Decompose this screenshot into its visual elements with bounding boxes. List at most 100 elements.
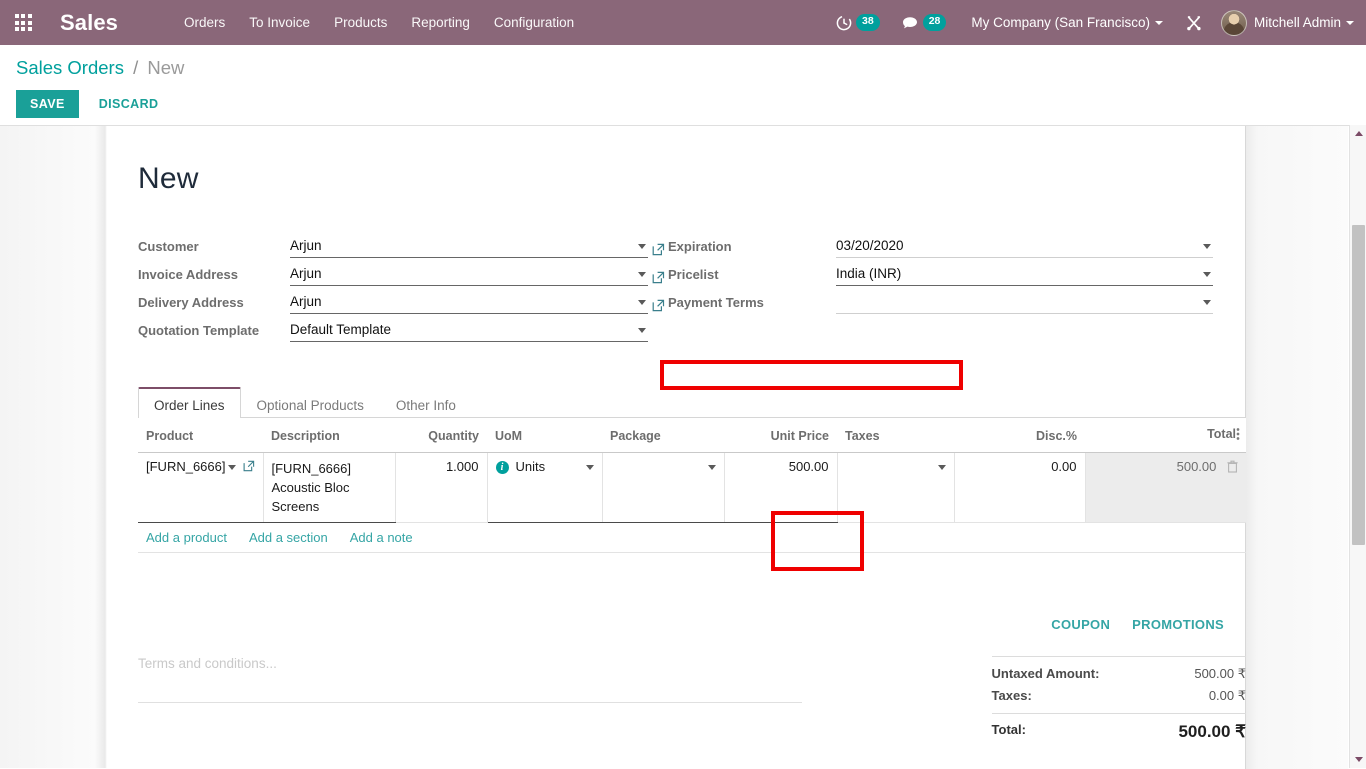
terms-and-conditions-field[interactable]: Terms and conditions... [138, 656, 802, 703]
apps-menu-icon[interactable] [0, 0, 46, 45]
tab-other-info[interactable]: Other Info [380, 387, 472, 417]
chevron-down-icon[interactable] [638, 244, 646, 249]
order-lines-table: Product Description Quantity UoM Package… [138, 418, 1246, 523]
cell-product[interactable]: [FURN_6666] A [138, 452, 264, 523]
open-invoice-address-record-icon[interactable] [648, 271, 668, 286]
label-quotation-template: Quotation Template [138, 323, 260, 338]
col-total-label: Total [1207, 427, 1236, 441]
add-line-links: Add a product Add a section Add a note [138, 523, 1246, 553]
chevron-down-icon[interactable] [638, 300, 646, 305]
col-uom[interactable]: UoM [487, 418, 602, 453]
chevron-down-icon[interactable] [1203, 244, 1211, 249]
chevron-down-icon[interactable] [1203, 272, 1211, 277]
scrollbar-thumb[interactable] [1352, 225, 1365, 545]
chevron-down-icon[interactable] [937, 465, 946, 470]
cell-taxes[interactable] [837, 452, 955, 523]
col-package[interactable]: Package [602, 418, 724, 453]
col-quantity[interactable]: Quantity [395, 418, 487, 453]
col-description[interactable]: Description [263, 418, 395, 453]
input-quotation-template[interactable]: Default Template [290, 321, 648, 342]
chevron-down-icon[interactable] [707, 465, 716, 470]
breadcrumb-sales-orders[interactable]: Sales Orders [16, 57, 124, 78]
chevron-down-icon[interactable] [227, 465, 236, 470]
menu-item-configuration[interactable]: Configuration [482, 0, 586, 45]
menu-item-products[interactable]: Products [322, 0, 399, 45]
scroll-up-button[interactable] [1350, 125, 1366, 142]
cell-quantity[interactable]: 1.000 [395, 452, 488, 523]
col-discount[interactable]: Disc.% [954, 418, 1085, 453]
form-column-right: Expiration 03/20/2020 Pricelist India (I… [668, 230, 1213, 342]
chevron-down-icon[interactable] [638, 272, 646, 277]
value-description: [FURN_6666] Acoustic Bloc Screens [271, 461, 351, 514]
save-button[interactable]: SAVE [16, 90, 79, 118]
value-delivery-address: Arjun [290, 294, 322, 309]
menu-item-orders[interactable]: Orders [172, 0, 237, 45]
open-product-record-icon[interactable] [243, 460, 255, 475]
avatar [1220, 9, 1247, 36]
external-link-icon [652, 299, 664, 312]
label-untaxed-amount: Untaxed Amount: [991, 666, 1100, 681]
sheet-right-gutter [1246, 126, 1348, 769]
add-a-section-link[interactable]: Add a section [249, 530, 328, 545]
add-a-note-link[interactable]: Add a note [350, 530, 413, 545]
app-brand-sales[interactable]: Sales [46, 0, 128, 45]
col-product[interactable]: Product [138, 418, 263, 453]
input-pricelist[interactable]: India (INR) [836, 265, 1213, 286]
value-product: [FURN_6666] A [146, 459, 225, 474]
menu-item-to-invoice[interactable]: To Invoice [237, 0, 322, 45]
tab-order-lines[interactable]: Order Lines [138, 387, 241, 418]
company-switcher[interactable]: My Company (San Francisco) [957, 15, 1173, 30]
trash-icon [1227, 460, 1238, 473]
value-quantity: 1.000 [445, 459, 479, 474]
notebook: Order Lines Optional Products Other Info… [138, 387, 1246, 553]
messages-menu[interactable]: 28 [891, 0, 958, 45]
tab-optional-products[interactable]: Optional Products [241, 387, 380, 417]
cell-discount[interactable]: 0.00 [954, 452, 1086, 523]
col-total[interactable]: Total [1085, 418, 1246, 453]
field-row-customer: Customer Arjun [138, 230, 668, 258]
chevron-down-icon[interactable] [638, 328, 646, 333]
vertical-scrollbar[interactable] [1349, 125, 1366, 768]
input-customer[interactable]: Arjun [290, 237, 648, 258]
label-payment-terms: Payment Terms [668, 295, 764, 310]
footer-area: Terms and conditions... Untaxed Amount: … [138, 656, 1246, 745]
record-sheet: New Customer Arjun Invoice Address Arjun… [107, 126, 1246, 745]
discard-button[interactable]: DISCARD [85, 90, 173, 118]
delete-line-button[interactable] [1227, 460, 1238, 476]
cell-uom[interactable]: i Units [487, 452, 603, 523]
cell-description[interactable]: [FURN_6666] Acoustic Bloc Screens [263, 452, 396, 523]
add-a-product-link[interactable]: Add a product [146, 530, 227, 545]
company-name: My Company (San Francisco) [971, 15, 1150, 30]
column-options-icon[interactable] [1236, 427, 1240, 444]
col-unit-price[interactable]: Unit Price [724, 418, 837, 453]
quotation-template-spacer [648, 340, 668, 342]
input-delivery-address[interactable]: Arjun [290, 293, 648, 314]
page-title: New [138, 162, 199, 195]
debug-tools-menu[interactable] [1173, 14, 1215, 32]
promo-row: COUPON PROMOTIONS [138, 617, 1246, 632]
input-invoice-address[interactable]: Arjun [290, 265, 648, 286]
user-menu[interactable]: Mitchell Admin [1215, 9, 1354, 36]
label-invoice-address: Invoice Address [138, 267, 238, 282]
promo-links: COUPON PROMOTIONS [1051, 617, 1246, 632]
chevron-down-icon [1346, 20, 1354, 25]
open-customer-record-icon[interactable] [648, 243, 668, 258]
chevron-down-icon[interactable] [1203, 300, 1211, 305]
table-row[interactable]: [FURN_6666] A [138, 452, 1246, 523]
input-payment-terms[interactable] [836, 300, 1213, 314]
value-pricelist: India (INR) [836, 266, 902, 281]
input-expiration[interactable]: 03/20/2020 [836, 237, 1213, 258]
scroll-down-button[interactable] [1350, 751, 1366, 768]
info-icon[interactable]: i [495, 461, 509, 474]
menu-item-reporting[interactable]: Reporting [399, 0, 482, 45]
external-link-icon [652, 243, 664, 256]
open-delivery-address-record-icon[interactable] [648, 299, 668, 314]
cell-package[interactable] [602, 452, 725, 523]
breadcrumb-current: New [147, 57, 185, 78]
cell-unit-price[interactable]: 500.00 [724, 452, 838, 523]
col-taxes[interactable]: Taxes [837, 418, 954, 453]
promotions-button[interactable]: PROMOTIONS [1132, 617, 1224, 632]
chevron-down-icon[interactable] [585, 465, 594, 470]
coupon-button[interactable]: COUPON [1051, 617, 1110, 632]
activities-menu[interactable]: 38 [825, 0, 891, 45]
